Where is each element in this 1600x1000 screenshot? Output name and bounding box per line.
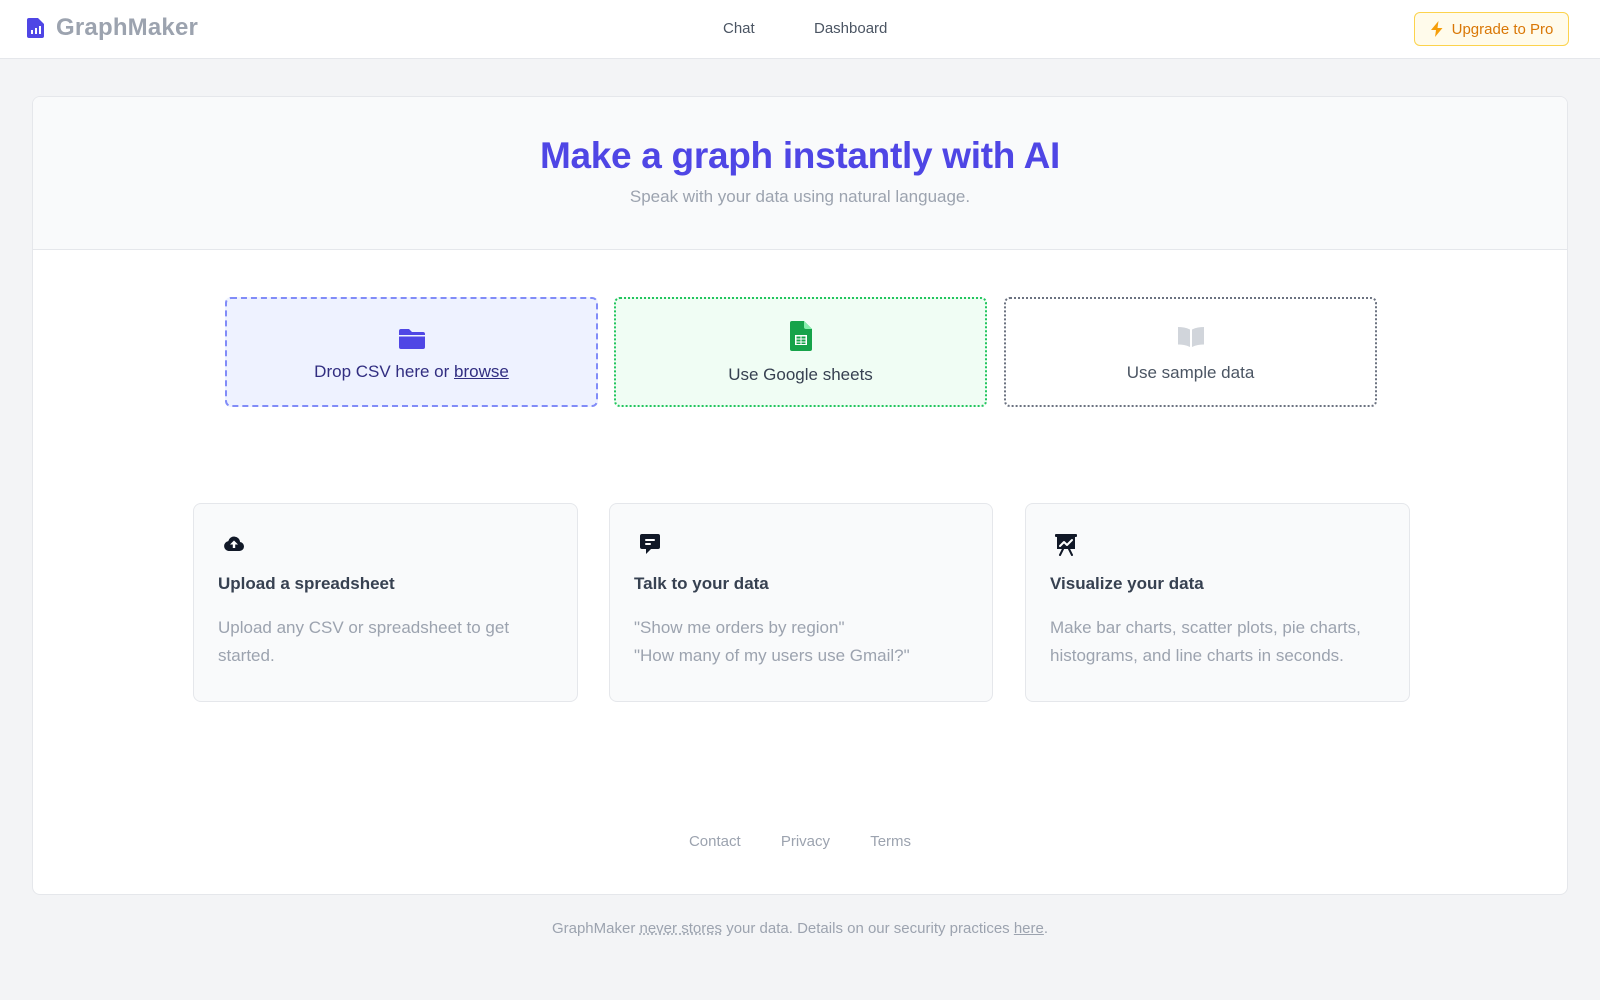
nav-dashboard[interactable]: Dashboard (814, 20, 887, 37)
book-icon (1177, 327, 1204, 347)
folder-icon (398, 329, 425, 349)
top-navbar: GraphMaker Chat Dashboard Upgrade to Pro (0, 0, 1600, 59)
feature-line: "How many of my users use Gmail?" (634, 646, 910, 665)
feature-title: Upload a spreadsheet (218, 574, 395, 593)
google-sheets-option[interactable]: Use Google sheets (614, 297, 987, 407)
hero: Make a graph instantly with AI Speak wit… (33, 97, 1567, 250)
footer-contact-link[interactable]: Contact (689, 833, 741, 850)
main-card: Make a graph instantly with AI Speak wit… (32, 96, 1568, 895)
feature-upload: Upload a spreadsheet Upload any CSV or s… (193, 503, 578, 702)
feature-description: Make bar charts, scatter plots, pie char… (1050, 614, 1390, 670)
csv-dropzone-text: Drop CSV here or (314, 362, 455, 381)
brand[interactable]: GraphMaker (26, 14, 198, 42)
document-chart-icon (27, 18, 44, 38)
sample-data-option[interactable]: Use sample data (1004, 297, 1377, 407)
feature-visualize: Visualize your data Make bar charts, sca… (1025, 503, 1410, 702)
note-text: . (1043, 920, 1049, 937)
note-text: your data. Details on our security pract… (722, 920, 1014, 937)
upgrade-to-pro-button[interactable]: Upgrade to Pro (1414, 12, 1569, 46)
csv-dropzone[interactable]: Drop CSV here or browse (225, 297, 598, 407)
upgrade-label: Upgrade to Pro (1451, 20, 1554, 38)
page-title: Make a graph instantly with AI (539, 135, 1061, 176)
feature-line: "Show me orders by region" (634, 618, 845, 637)
footer-privacy-link[interactable]: Privacy (781, 833, 830, 850)
chat-bubble-icon (640, 534, 660, 554)
lightning-bolt-icon (1430, 21, 1443, 37)
presentation-chart-icon (1055, 534, 1077, 556)
sample-data-label: Use sample data (1126, 363, 1255, 382)
google-sheets-label: Use Google sheets (728, 365, 873, 384)
nav-chat[interactable]: Chat (723, 20, 755, 37)
feature-description: "Show me orders by region" "How many of … (634, 614, 974, 670)
cloud-upload-icon (224, 536, 245, 551)
note-text: GraphMaker (551, 920, 640, 937)
brand-name: GraphMaker (56, 14, 199, 41)
feature-title: Visualize your data (1050, 574, 1204, 593)
footer-terms-link[interactable]: Terms (870, 833, 911, 850)
security-here-link[interactable]: here (1014, 920, 1044, 937)
page-subtitle: Speak with your data using natural langu… (629, 187, 971, 206)
never-stores-link[interactable]: never stores (640, 920, 723, 937)
feature-description: Upload any CSV or spreadsheet to get sta… (218, 614, 558, 670)
google-sheets-icon (789, 321, 812, 351)
browse-link[interactable]: browse (454, 362, 509, 381)
feature-line: Upload any CSV or spreadsheet to get sta… (218, 618, 510, 665)
privacy-note: GraphMaker never stores your data. Detai… (0, 920, 1600, 937)
feature-line: Make bar charts, scatter plots, pie char… (1050, 618, 1361, 665)
footer-links: Contact Privacy Terms (33, 833, 1567, 850)
csv-dropzone-label: Drop CSV here or browse (227, 362, 596, 382)
feature-talk: Talk to your data "Show me orders by reg… (609, 503, 993, 702)
feature-title: Talk to your data (634, 574, 769, 593)
